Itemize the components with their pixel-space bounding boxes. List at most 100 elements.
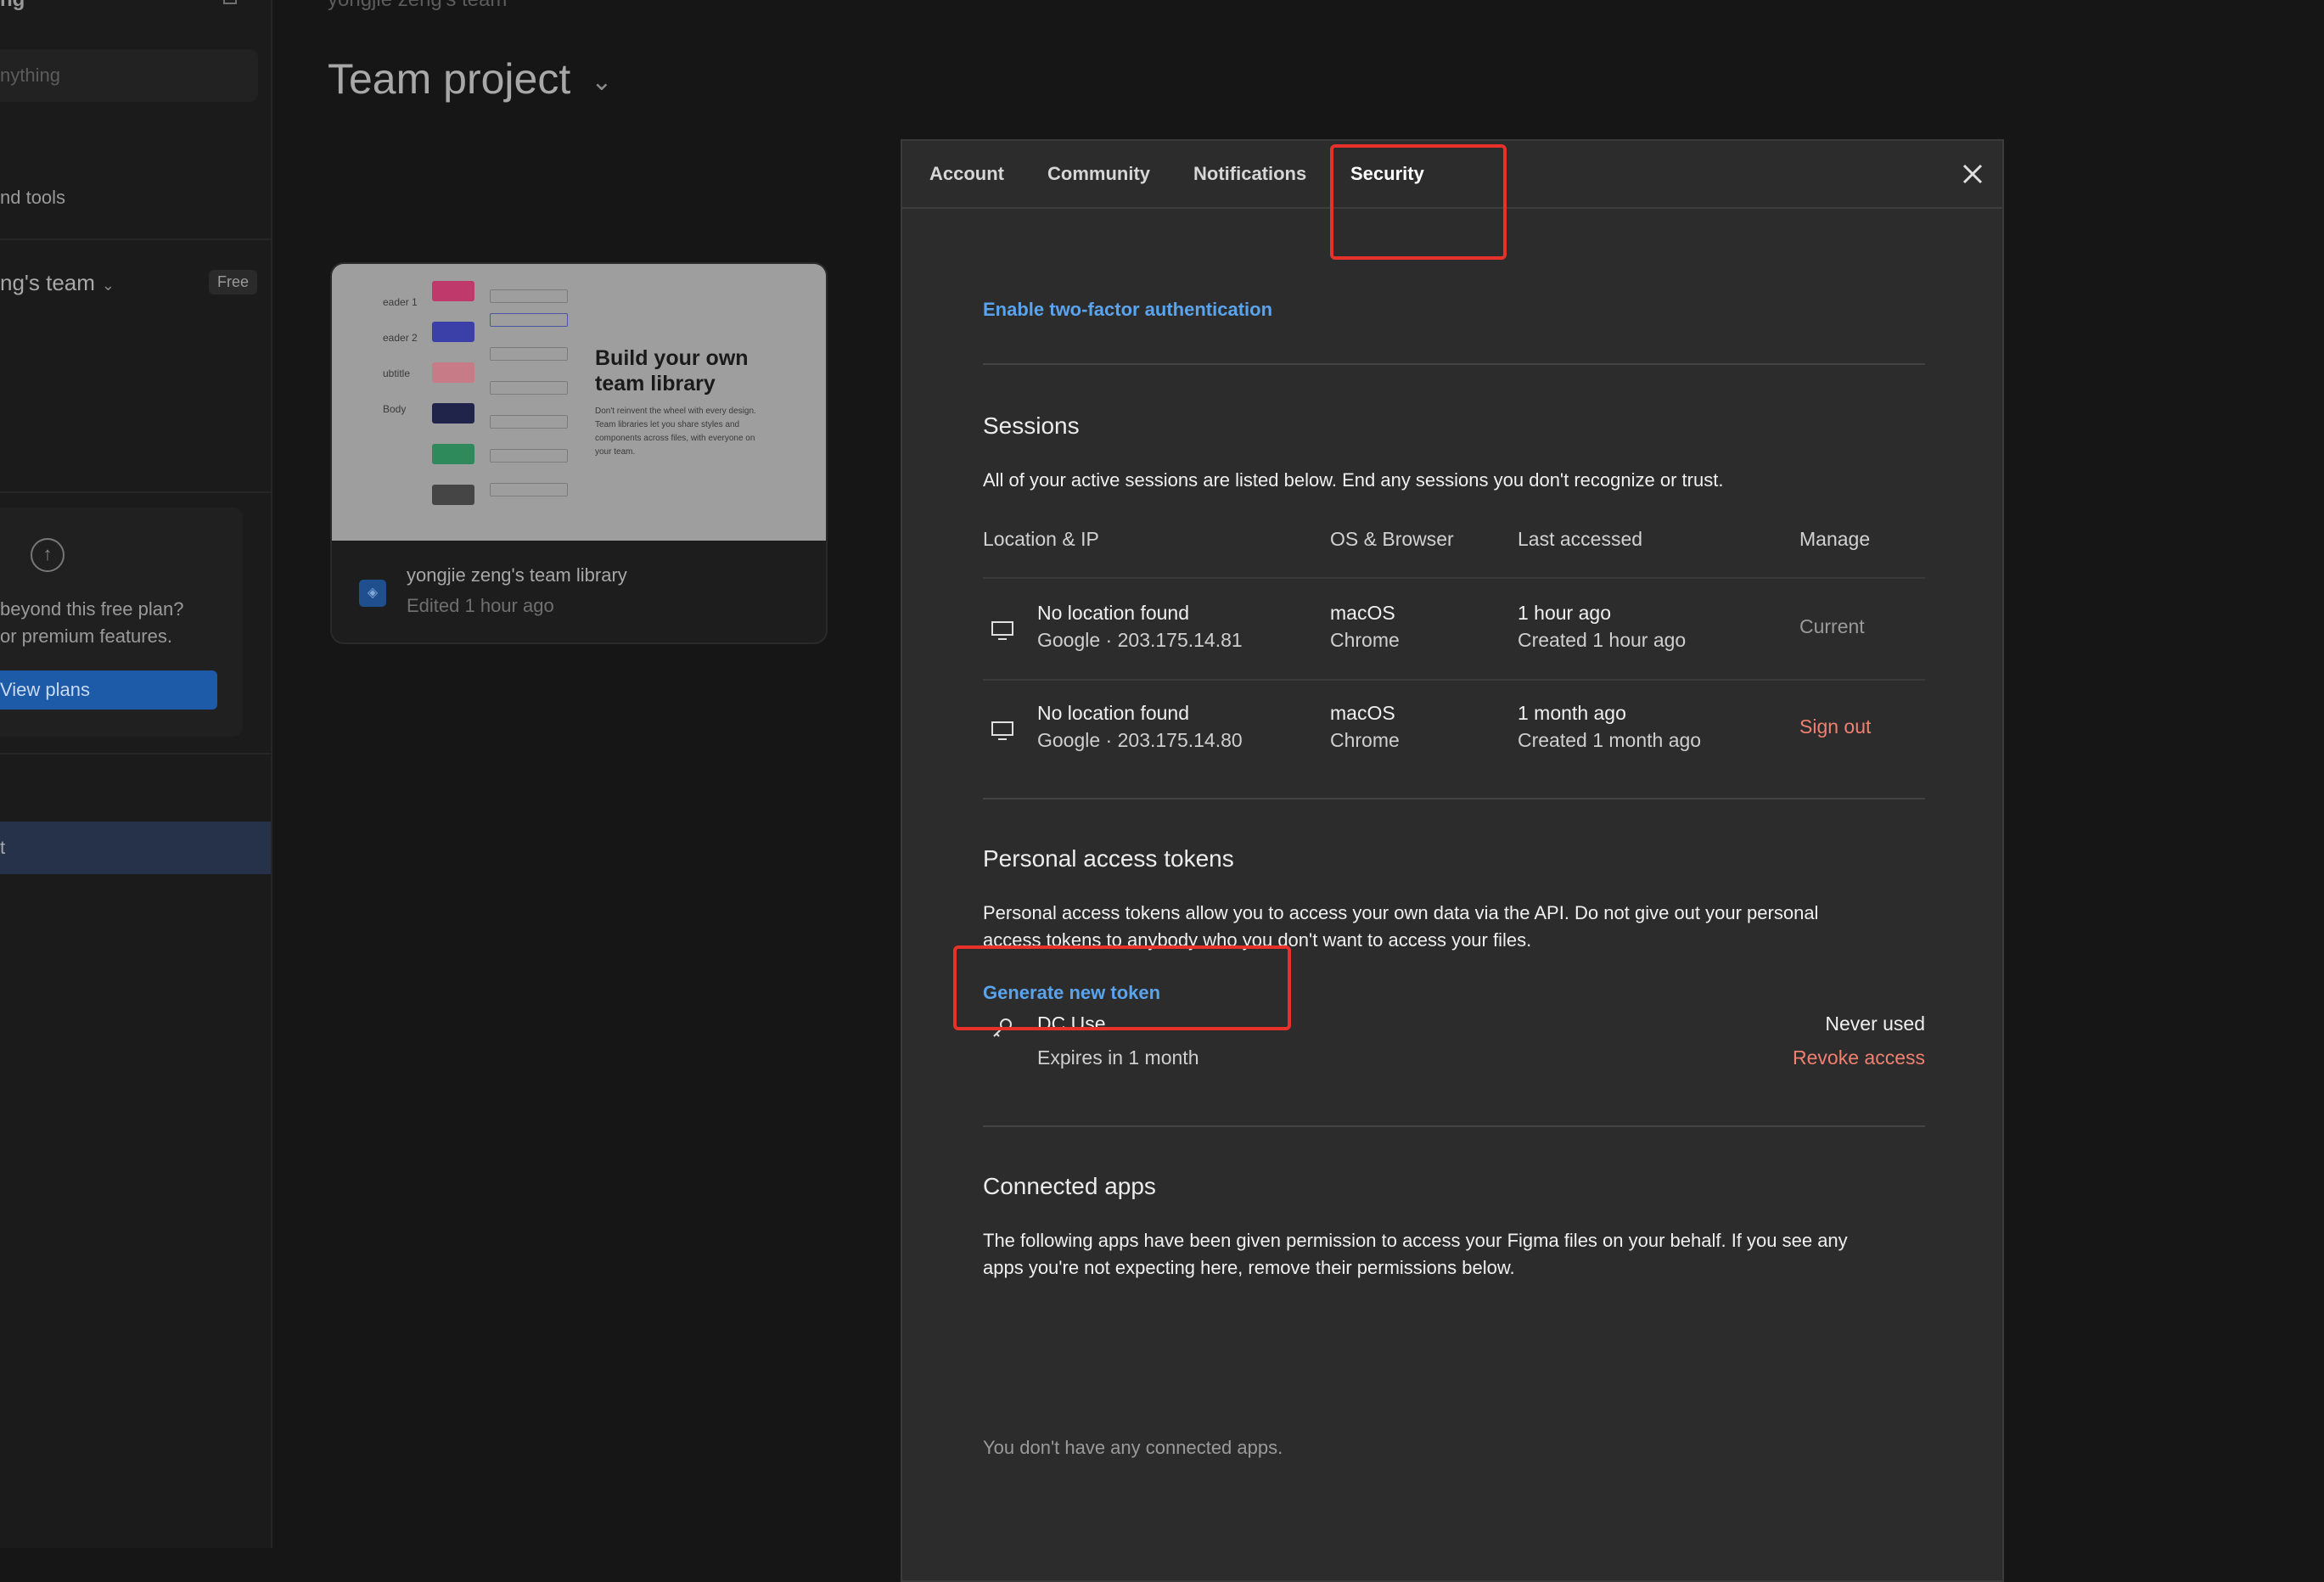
session-location-text: No location found (1037, 702, 1190, 724)
thumbnail-body: Don't reinvent the wheel with every desi… (595, 407, 756, 457)
view-plans-button[interactable]: View plans (0, 670, 217, 710)
tab-community[interactable]: Community (1047, 163, 1150, 185)
session-ip: Google · 203.175.14.80 (1037, 729, 1243, 751)
column-header: OS & Browser (1330, 528, 1454, 550)
thumbnail-row-label: eader 2 (383, 332, 418, 344)
monitor-icon (991, 621, 1013, 640)
column-header: Location & IP (983, 528, 1099, 550)
thumbnail-heading: Build your own team library (595, 346, 749, 396)
search-placeholder: nything (0, 65, 60, 86)
row-divider (983, 679, 1925, 681)
session-location: No location found Google · 203.175.14.81 (1037, 599, 1243, 654)
thumbnail-swatch (432, 362, 474, 383)
thumbnail-field (490, 415, 568, 429)
session-location-text: No location found (1037, 602, 1190, 624)
section-divider (983, 363, 1925, 365)
sidebar-item-tools[interactable]: nd tools (0, 187, 65, 209)
highlight-box (953, 945, 1291, 1030)
column-header: Manage (1799, 528, 1871, 550)
session-ip: Google · 203.175.14.81 (1037, 629, 1243, 651)
row-divider (983, 577, 1925, 579)
sidebar-item-active[interactable]: t (0, 822, 271, 874)
apps-description-line: The following apps have been given permi… (983, 1230, 1848, 1251)
thumbnail-swatch (432, 281, 474, 301)
thumbnail-field (490, 381, 568, 395)
team-switcher[interactable]: ng's team ⌄ (0, 270, 115, 296)
token-usage: Never used (1825, 1013, 1925, 1035)
revoke-access-button[interactable]: Revoke access (1793, 1044, 1925, 1071)
session-os-browser: macOS Chrome (1330, 699, 1400, 754)
two-factor-link[interactable]: Enable two-factor authentication (983, 299, 1272, 321)
sidebar-title: ng (0, 0, 25, 12)
upgrade-text: beyond this free plan? or premium featur… (0, 596, 184, 650)
thumbnail-swatch (432, 485, 474, 505)
upgrade-text-line: or premium features. (0, 626, 172, 647)
library-card[interactable]: eader 1 eader 2 ubtitle Body Build your … (330, 262, 828, 644)
tokens-description-line: Personal access tokens allow you to acce… (983, 902, 1819, 923)
thumbnail-field (490, 347, 568, 361)
upgrade-text-line: beyond this free plan? (0, 598, 184, 620)
session-last: 1 hour ago (1518, 602, 1611, 624)
settings-modal: Account Community Notifications Security… (901, 139, 2004, 1582)
sign-out-button[interactable]: Sign out (1799, 713, 1871, 740)
thumbnail-field (490, 313, 568, 327)
thumbnail-field (490, 289, 568, 303)
page-title-text: Team project (328, 55, 571, 103)
plan-badge: Free (209, 270, 258, 295)
sidebar-divider (0, 753, 271, 755)
apps-description-line: apps you're not expecting here, remove t… (983, 1257, 1515, 1278)
library-icon: ◈ (359, 580, 386, 607)
sidebar-divider (0, 491, 271, 493)
monitor-icon (991, 721, 1013, 740)
connected-apps-heading: Connected apps (983, 1173, 1156, 1199)
sidebar-item-label: t (0, 837, 6, 858)
thumbnail-swatch (432, 444, 474, 464)
session-created: Created 1 month ago (1518, 729, 1702, 751)
thumbnail-field (490, 449, 568, 463)
thumbnail-row-labels: eader 1 eader 2 ubtitle Body (383, 284, 418, 427)
highlight-box (1330, 144, 1507, 260)
thumbnail-field (490, 483, 568, 496)
session-os: macOS (1330, 602, 1395, 624)
thumbnail-swatch (432, 322, 474, 342)
card-subtitle: Edited 1 hour ago (407, 595, 554, 616)
session-last: 1 month ago (1518, 702, 1626, 724)
close-icon[interactable] (1958, 160, 1987, 188)
session-browser: Chrome (1330, 629, 1400, 651)
session-os: macOS (1330, 702, 1395, 724)
tokens-heading: Personal access tokens (983, 845, 1234, 872)
session-browser: Chrome (1330, 729, 1400, 751)
section-divider (983, 798, 1925, 799)
session-last-accessed: 1 hour ago Created 1 hour ago (1518, 599, 1686, 654)
tab-account[interactable]: Account (929, 163, 1004, 185)
thumbnail-row-label: Body (383, 403, 407, 415)
session-os-browser: macOS Chrome (1330, 599, 1400, 654)
page-title[interactable]: Team project ⌄ (328, 54, 612, 104)
thumbnail-row-label: eader 1 (383, 296, 418, 308)
section-divider (983, 1125, 1925, 1127)
session-location: No location found Google · 203.175.14.80 (1037, 699, 1243, 754)
search-input[interactable]: nything (0, 49, 258, 102)
card-title: yongjie zeng's team library (407, 564, 627, 586)
breadcrumb[interactable]: yongjie zeng's team (328, 0, 507, 12)
team-name: ng's team (0, 270, 95, 295)
library-thumbnail: eader 1 eader 2 ubtitle Body Build your … (332, 264, 826, 541)
session-current-label: Current (1799, 615, 1865, 637)
column-header: Last accessed (1518, 528, 1643, 550)
thumbnail-swatch (432, 403, 474, 424)
session-last-accessed: 1 month ago Created 1 month ago (1518, 699, 1701, 754)
chevron-down-icon: ⌄ (591, 68, 613, 97)
bell-icon[interactable] (219, 0, 241, 8)
sessions-heading: Sessions (983, 412, 1080, 439)
connected-apps-description: The following apps have been given permi… (983, 1227, 1848, 1282)
chevron-down-icon: ⌄ (101, 277, 115, 294)
arrow-up-circle-icon: ↑ (31, 538, 65, 572)
thumbnail-row-label: ubtitle (383, 367, 411, 379)
token-expiry: Expires in 1 month (1037, 1046, 1199, 1069)
sidebar-divider (0, 238, 271, 240)
connected-apps-empty: You don't have any connected apps. (983, 1437, 1283, 1458)
sidebar: ng nything nd tools ng's team ⌄ Free ↑ be… (0, 0, 272, 1548)
tab-notifications[interactable]: Notifications (1193, 163, 1306, 185)
sessions-description: All of your active sessions are listed b… (983, 469, 1724, 491)
session-created: Created 1 hour ago (1518, 629, 1687, 651)
